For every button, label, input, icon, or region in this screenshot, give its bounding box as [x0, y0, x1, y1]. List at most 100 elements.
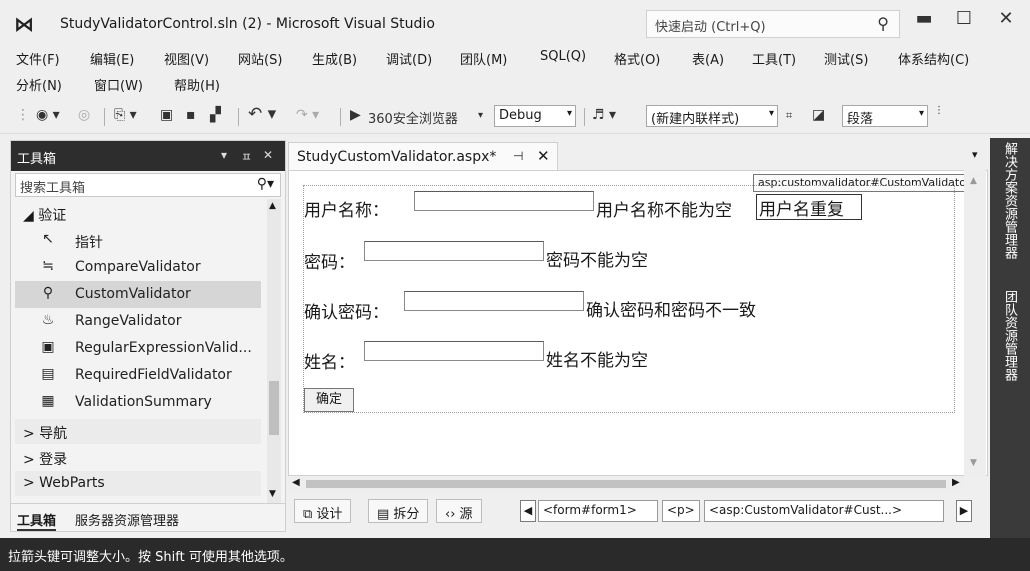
- minimize-button[interactable]: ▬: [908, 8, 940, 29]
- toolbox-category-webparts[interactable]: > WebParts: [15, 471, 261, 496]
- editor-horizontal-scrollbar[interactable]: ◀ ▶: [288, 476, 964, 492]
- pin-tab-icon[interactable]: ⊣: [513, 149, 523, 163]
- close-icon[interactable]: ✕: [263, 148, 273, 162]
- split-view-label: 拆分: [393, 507, 420, 522]
- menu-edit[interactable]: 编辑(E): [90, 49, 134, 68]
- breadcrumb-p[interactable]: <p>: [662, 500, 700, 522]
- breadcrumb-customvalidator[interactable]: <asp:CustomValidator#Cust...>: [704, 500, 944, 522]
- window-title: StudyValidatorControl.sln (2) - Microsof…: [60, 16, 435, 32]
- source-view-button[interactable]: ‹› 源: [436, 499, 482, 523]
- menu-window[interactable]: 窗口(W): [94, 75, 143, 94]
- quick-launch-input[interactable]: 快速启动 (Ctrl+Q) ⚲: [646, 10, 900, 38]
- style-manager-icon[interactable]: ⌗: [786, 109, 792, 123]
- toolbox-scrollbar[interactable]: ▲ ▼: [267, 199, 281, 503]
- new-project-icon[interactable]: ⎘ ▾: [114, 107, 137, 123]
- menu-table[interactable]: 表(A): [692, 49, 724, 68]
- password-input[interactable]: [364, 241, 544, 261]
- save-all-icon[interactable]: ▞: [210, 107, 221, 123]
- design-view-button[interactable]: ⧉ 设计: [294, 499, 352, 523]
- scroll-right-icon[interactable]: ▶: [952, 477, 960, 488]
- open-file-icon[interactable]: ▣: [160, 107, 173, 123]
- menu-analyze[interactable]: 分析(N): [16, 75, 62, 94]
- tab-server-explorer[interactable]: 服务器资源管理器: [75, 510, 179, 529]
- search-icon[interactable]: ⚲▾: [257, 176, 274, 192]
- menu-build[interactable]: 生成(B): [312, 49, 357, 68]
- menu-view[interactable]: 视图(V): [164, 49, 209, 68]
- toolbox-item-validationsummary[interactable]: ▦ ValidationSummary: [15, 389, 261, 416]
- format-painter-icon[interactable]: ♬ ▾: [592, 107, 616, 123]
- toolbox-item-label: RegularExpressionValid...: [75, 340, 252, 356]
- menu-tools[interactable]: 工具(T): [752, 49, 796, 68]
- scroll-left-icon[interactable]: ◀: [292, 477, 300, 488]
- toolbox-scroll-thumb[interactable]: [269, 381, 279, 435]
- menu-sql[interactable]: SQL(Q): [540, 49, 586, 64]
- scroll-down-icon[interactable]: ▼: [269, 489, 276, 499]
- toolbar-overflow-icon[interactable]: ⋮: [934, 105, 944, 116]
- confirm-password-input[interactable]: [404, 291, 584, 311]
- menu-format[interactable]: 格式(O): [614, 49, 660, 68]
- name-label: 姓名：: [304, 353, 355, 373]
- save-icon[interactable]: ▪: [186, 107, 196, 123]
- browser-selector[interactable]: 360安全浏览器: [368, 108, 458, 127]
- validation-summary-icon: ▦: [41, 393, 55, 409]
- breadcrumb-form[interactable]: <form#form1>: [538, 500, 658, 522]
- toolbox-item-rangevalidator[interactable]: ♨ RangeValidator: [15, 308, 261, 335]
- menu-file[interactable]: 文件(F): [16, 49, 60, 68]
- solution-config-select[interactable]: Debug ▾: [494, 105, 576, 127]
- breadcrumb-back-icon[interactable]: ◀: [520, 500, 536, 522]
- toolbox-item-pointer[interactable]: ↖ 指针: [15, 227, 261, 254]
- chevron-down-icon: ▾: [918, 108, 924, 119]
- toolbox-item-requiredfieldvalidator[interactable]: ▤ RequiredFieldValidator: [15, 362, 261, 389]
- tab-solution-explorer[interactable]: 解决方案资源管理器: [1000, 142, 1019, 259]
- menu-team[interactable]: 团队(M): [460, 49, 507, 68]
- navigate-forward-icon[interactable]: ◎: [78, 107, 90, 123]
- apply-style-icon[interactable]: ◪: [812, 107, 825, 123]
- toolbox-item-label: CustomValidator: [75, 286, 191, 302]
- toolbox-item-comparevalidator[interactable]: ≒ CompareValidator: [15, 254, 261, 281]
- panel-dropdown-icon[interactable]: ▾: [221, 148, 227, 162]
- toolbox-category-validation[interactable]: ◢ 验证: [15, 201, 261, 226]
- target-rule-value: (新建内联样式): [651, 112, 740, 127]
- split-view-button[interactable]: ▤ 拆分: [368, 499, 429, 523]
- source-view-icon: ‹›: [445, 507, 460, 522]
- menu-test[interactable]: 测试(S): [824, 49, 868, 68]
- form-container[interactable]: 用户名称： 用户名称不能为空 用户名重复 密码： 密码不能为空 确认密码： 确认…: [303, 185, 955, 413]
- scroll-up-icon[interactable]: ▲: [970, 176, 977, 186]
- undo-icon[interactable]: ↶ ▾: [248, 104, 276, 124]
- menu-help[interactable]: 帮助(H): [174, 75, 220, 94]
- name-input[interactable]: [364, 341, 544, 361]
- tab-toolbox[interactable]: 工具箱: [17, 510, 57, 531]
- block-format-select[interactable]: 段落 ▾: [842, 105, 928, 127]
- tab-team-explorer[interactable]: 团队资源管理器: [1000, 290, 1019, 381]
- username-input[interactable]: [414, 191, 594, 211]
- editor-vertical-scrollbar[interactable]: ▲ ▼: [964, 170, 986, 476]
- search-icon[interactable]: ⚲: [877, 14, 889, 33]
- tab-list-dropdown-icon[interactable]: ▾: [972, 148, 978, 161]
- maximize-button[interactable]: ☐: [948, 8, 980, 29]
- start-debugging-icon[interactable]: ▶: [350, 107, 361, 123]
- close-window-button[interactable]: ✕: [990, 8, 1022, 29]
- scroll-down-icon[interactable]: ▼: [970, 458, 977, 468]
- breadcrumb-forward-icon[interactable]: ▶: [956, 500, 972, 522]
- toolbox-item-customvalidator[interactable]: ⚲ CustomValidator: [15, 281, 261, 308]
- menu-website[interactable]: 网站(S): [238, 49, 282, 68]
- custom-validator-error[interactable]: 用户名重复: [756, 194, 862, 220]
- menu-debug[interactable]: 调试(D): [386, 49, 432, 68]
- design-surface[interactable]: asp:customvalidator#CustomValidator1 用户名…: [288, 170, 988, 476]
- horizontal-scroll-thumb[interactable]: [306, 480, 946, 488]
- toolbox-search-input[interactable]: 搜索工具箱 ⚲▾: [15, 173, 281, 197]
- document-tab[interactable]: StudyCustomValidator.aspx* ⊣ ✕: [288, 142, 558, 170]
- target-rule-select[interactable]: (新建内联样式) ▾: [646, 105, 778, 127]
- redo-icon[interactable]: ↷ ▾: [296, 107, 319, 123]
- scroll-up-icon[interactable]: ▲: [269, 201, 276, 211]
- close-tab-icon[interactable]: ✕: [537, 147, 550, 165]
- toolbox-category-login[interactable]: > 登录: [15, 445, 261, 470]
- toolbox-panel: 工具箱 ▾ ㅍ ✕ 搜索工具箱 ⚲▾ ◢ 验证 ↖ 指针 ≒ CompareVa…: [10, 140, 286, 532]
- toolbox-item-regularexpressionvalidator[interactable]: ▣ RegularExpressionValid...: [15, 335, 261, 362]
- pin-icon[interactable]: ㅍ: [241, 148, 252, 165]
- submit-button[interactable]: 确定: [304, 388, 354, 412]
- toolbox-category-navigation[interactable]: > 导航: [15, 419, 261, 444]
- browser-dropdown-icon[interactable]: ▾: [478, 110, 483, 121]
- navigate-back-icon[interactable]: ◉ ▾: [36, 107, 60, 123]
- menu-architecture[interactable]: 体系结构(C): [898, 49, 969, 68]
